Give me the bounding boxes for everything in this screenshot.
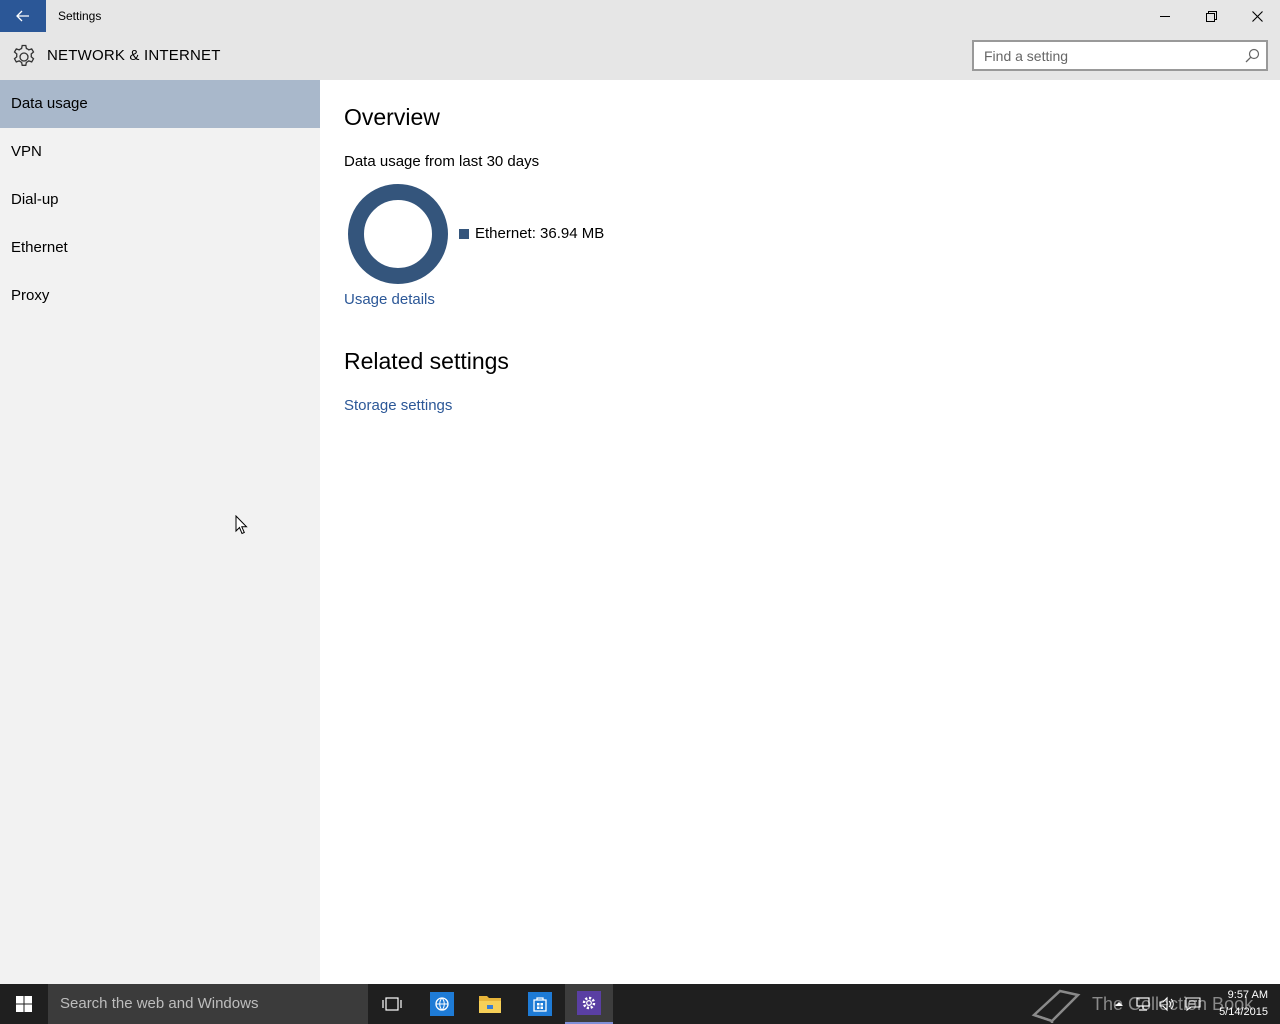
sidebar-item-ethernet[interactable]: Ethernet xyxy=(0,224,320,272)
taskbar-clock[interactable]: 9:57 AM 5/14/2015 xyxy=(1208,987,1268,1021)
sidebar-item-dial-up[interactable]: Dial-up xyxy=(0,176,320,224)
sidebar-item-proxy[interactable]: Proxy xyxy=(0,272,320,320)
start-button[interactable] xyxy=(0,984,48,1024)
taskbar-settings-button[interactable] xyxy=(565,984,613,1024)
legend-swatch xyxy=(459,228,469,239)
storage-settings-link[interactable]: Storage settings xyxy=(344,397,452,414)
restore-button[interactable] xyxy=(1188,0,1234,32)
close-button[interactable] xyxy=(1234,0,1280,32)
sidebar-item-data-usage[interactable]: Data usage xyxy=(0,80,320,128)
taskbar-search-box[interactable]: Search the web and Windows xyxy=(48,984,368,1024)
back-button[interactable] xyxy=(0,0,46,32)
sidebar: Data usage VPN Dial-up Ethernet Proxy xyxy=(0,80,320,984)
taskbar: Search the web and Windows The Collectio… xyxy=(0,984,1280,1024)
task-view-icon xyxy=(382,997,402,1011)
usage-legend: Ethernet: 36.94 MB xyxy=(459,225,604,242)
taskbar-store-button[interactable] xyxy=(516,984,564,1024)
section-title: NETWORK & INTERNET xyxy=(47,47,221,64)
clock-date: 5/14/2015 xyxy=(1219,1006,1268,1018)
folder-icon xyxy=(479,996,501,1013)
book-icon xyxy=(1031,989,1081,1023)
clock-time: 9:57 AM xyxy=(1227,989,1268,1001)
settings-gear-icon xyxy=(577,991,601,1015)
window-title: Settings xyxy=(58,9,102,23)
taskbar-browser-button[interactable] xyxy=(418,984,466,1024)
legend-label-ethernet: Ethernet: 36.94 MB xyxy=(475,225,605,242)
chevron-up-icon[interactable] xyxy=(1110,996,1128,1012)
related-settings-heading: Related settings xyxy=(344,348,509,374)
task-view-button[interactable] xyxy=(368,984,416,1024)
taskbar-file-explorer-button[interactable] xyxy=(466,984,514,1024)
data-usage-donut-chart xyxy=(348,184,448,284)
store-icon xyxy=(528,992,552,1016)
ethernet-usage-ring xyxy=(348,184,448,284)
search-icon[interactable] xyxy=(1245,48,1260,63)
restore-icon xyxy=(1205,10,1217,22)
globe-icon xyxy=(430,992,454,1016)
usage-details-link[interactable]: Usage details xyxy=(344,291,435,308)
settings-header: NETWORK & INTERNET xyxy=(0,32,1280,80)
volume-icon[interactable] xyxy=(1158,996,1176,1012)
minimize-icon xyxy=(1160,16,1170,17)
minimize-button[interactable] xyxy=(1142,0,1188,32)
title-bar: Settings xyxy=(0,0,1280,32)
mouse-cursor-icon xyxy=(235,515,248,535)
action-center-icon[interactable] xyxy=(1184,996,1202,1012)
back-arrow-icon xyxy=(16,10,29,22)
close-icon xyxy=(1251,10,1263,22)
usage-subtitle: Data usage from last 30 days xyxy=(344,153,540,170)
overview-heading: Overview xyxy=(344,104,440,130)
network-icon[interactable] xyxy=(1134,996,1152,1012)
sidebar-item-vpn[interactable]: VPN xyxy=(0,128,320,176)
main-content: Overview Data usage from last 30 days Et… xyxy=(320,80,1280,984)
windows-logo-icon xyxy=(16,996,32,1012)
gear-icon xyxy=(13,44,35,66)
find-setting-search[interactable] xyxy=(972,40,1268,71)
search-input[interactable] xyxy=(974,42,1234,69)
